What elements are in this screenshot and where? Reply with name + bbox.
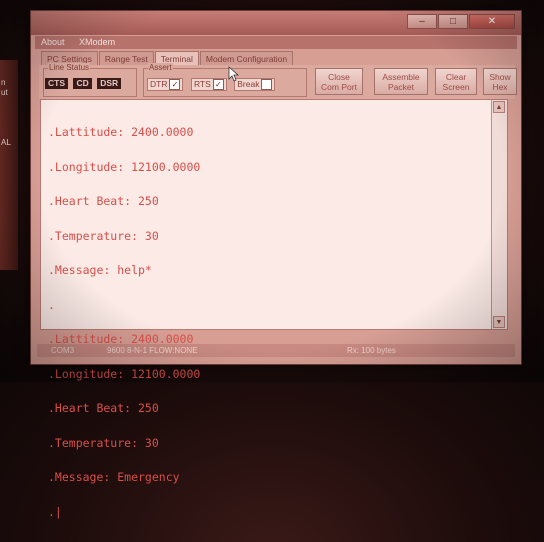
check-icon: ✓ bbox=[212, 79, 224, 91]
scroll-up-icon[interactable]: ▲ bbox=[493, 101, 505, 113]
desktop-label: n bbox=[1, 78, 6, 87]
assert-label: Assert bbox=[148, 63, 173, 72]
button-label: Packet bbox=[388, 81, 414, 92]
line-status-label: Line Status bbox=[48, 63, 91, 72]
terminal-line: .Longitude: 12100.0000 bbox=[48, 159, 201, 174]
assemble-packet-button[interactable]: Assemble Packet bbox=[374, 68, 428, 95]
status-port: COM3 bbox=[51, 346, 75, 355]
title-buttons: – □ ✕ bbox=[406, 14, 515, 30]
button-label: Clear bbox=[445, 71, 467, 82]
terminal-line: .Lattitude: 2400.0000 bbox=[48, 125, 194, 139]
terminal-line: .Temperature: 30 bbox=[48, 435, 159, 450]
terminal-line: .| bbox=[48, 504, 62, 519]
button-label: Hex bbox=[492, 81, 508, 92]
tab-modem-configuration[interactable]: Modem Configuration bbox=[199, 51, 294, 66]
terminal-line: .Heart Beat: 250 bbox=[48, 194, 159, 208]
rts-label: RTS bbox=[193, 79, 211, 89]
maximize-button[interactable]: □ bbox=[438, 14, 468, 29]
close-button[interactable]: ✕ bbox=[469, 14, 515, 29]
button-label: Screen bbox=[442, 81, 470, 92]
menu-bar: About XModem bbox=[35, 36, 517, 49]
terminal-line: .Heart Beat: 250 bbox=[48, 401, 159, 415]
check-icon: ✓ bbox=[169, 79, 181, 91]
terminal-lines: .Lattitude: 2400.0000 .Longitude: 12100.… bbox=[48, 104, 200, 541]
menu-xmodem[interactable]: XModem bbox=[73, 36, 121, 48]
terminal-line: .Message: Emergency bbox=[48, 470, 180, 484]
button-label: Show bbox=[489, 71, 511, 82]
clear-screen-button[interactable]: Clear Screen bbox=[435, 68, 477, 95]
dtr-checkbox[interactable]: DTR ✓ bbox=[147, 78, 184, 91]
line-status-group: Line Status CTS CD DSR bbox=[43, 63, 137, 97]
terminal-line: . bbox=[48, 297, 55, 312]
break-checkbox[interactable]: Break bbox=[234, 78, 276, 91]
break-label: Break bbox=[237, 79, 260, 89]
scroll-down-icon[interactable]: ▼ bbox=[493, 316, 505, 328]
button-label: Close bbox=[328, 71, 350, 82]
minimize-button[interactable]: – bbox=[407, 14, 437, 29]
rts-checkbox[interactable]: RTS ✓ bbox=[190, 78, 227, 91]
close-com-port-button[interactable]: Close Com Port bbox=[315, 68, 363, 95]
terminal-line: .Message: help* bbox=[48, 263, 152, 277]
desktop-edge: n ut AL bbox=[0, 60, 18, 270]
dsr-indicator: DSR bbox=[97, 78, 122, 89]
status-bar: COM3 9600 8-N-1 FLOW:NONE Rx: 100 bytes bbox=[37, 344, 515, 357]
status-rx: Rx: 100 bytes bbox=[347, 346, 396, 355]
cts-indicator: CTS bbox=[45, 78, 68, 89]
terminal-line: .Longitude: 12100.0000 bbox=[48, 366, 201, 381]
terminal-line: .Temperature: 30 bbox=[48, 228, 159, 243]
mouse-pointer-icon bbox=[228, 66, 240, 82]
cd-indicator: CD bbox=[73, 78, 92, 89]
show-hex-button[interactable]: Show Hex bbox=[483, 68, 517, 95]
assert-group: Assert DTR ✓ RTS ✓ Break bbox=[143, 63, 307, 97]
status-settings: 9600 8-N-1 FLOW:NONE bbox=[107, 346, 198, 355]
xctu-window: – □ ✕ About XModem PC Settings Range Tes… bbox=[30, 10, 522, 517]
button-label: Com Port bbox=[321, 81, 357, 92]
tab-range-test[interactable]: Range Test bbox=[98, 51, 154, 66]
terminal-toolbar: Line Status CTS CD DSR Assert DTR ✓ RTS ✓ … bbox=[39, 63, 517, 99]
desktop-label: ut bbox=[1, 88, 8, 97]
menu-about[interactable]: About bbox=[35, 36, 71, 48]
desktop-label: AL bbox=[1, 138, 11, 147]
vertical-scrollbar[interactable]: ▲ ▼ bbox=[491, 100, 507, 329]
unchecked-box-icon bbox=[261, 79, 273, 91]
button-label: Assemble bbox=[382, 71, 420, 82]
terminal-output[interactable]: .Lattitude: 2400.0000 .Longitude: 12100.… bbox=[40, 99, 508, 517]
title-bar[interactable]: – □ ✕ bbox=[31, 11, 521, 35]
dtr-label: DTR bbox=[150, 79, 168, 89]
